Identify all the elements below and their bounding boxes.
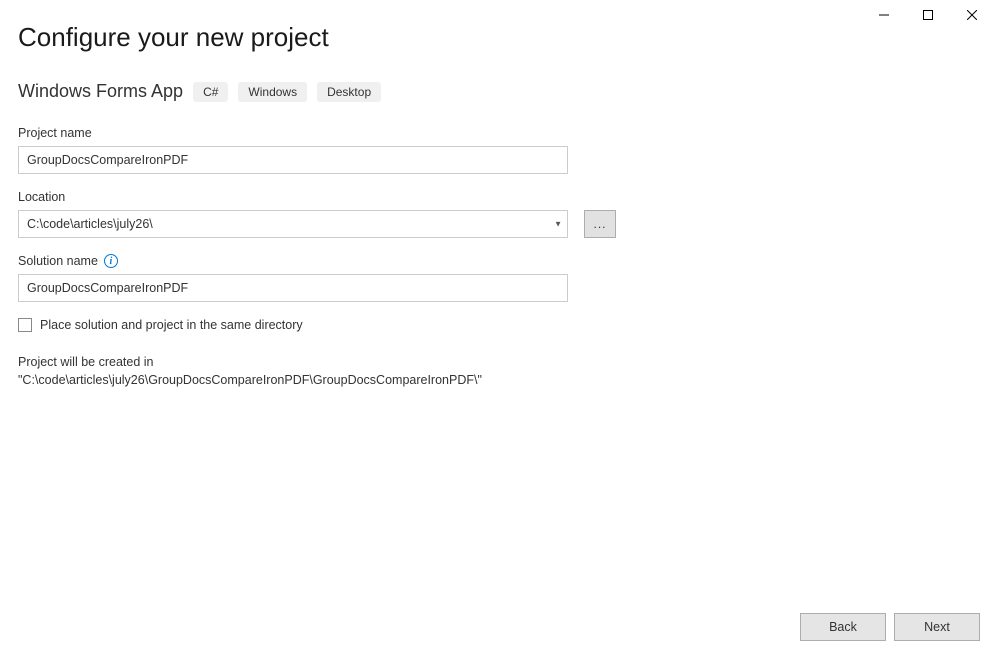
back-button[interactable]: Back [800, 613, 886, 641]
location-label: Location [18, 190, 994, 204]
close-button[interactable] [950, 0, 994, 30]
solution-name-label: Solution name i [18, 254, 994, 268]
solution-name-label-text: Solution name [18, 254, 98, 268]
main-content: Configure your new project Windows Forms… [0, 0, 994, 389]
template-name: Windows Forms App [18, 81, 183, 102]
solution-name-input[interactable] [18, 274, 568, 302]
location-input[interactable] [18, 210, 568, 238]
tag-windows: Windows [238, 82, 307, 102]
tag-desktop: Desktop [317, 82, 381, 102]
page-title: Configure your new project [18, 22, 994, 53]
template-row: Windows Forms App C# Windows Desktop [18, 81, 994, 102]
window-controls [862, 0, 994, 30]
same-directory-row: Place solution and project in the same d… [18, 318, 994, 332]
maximize-button[interactable] [906, 0, 950, 30]
browse-button[interactable]: ... [584, 210, 616, 238]
same-directory-label: Place solution and project in the same d… [40, 318, 303, 332]
footer-buttons: Back Next [800, 613, 980, 641]
next-button[interactable]: Next [894, 613, 980, 641]
info-icon[interactable]: i [104, 254, 118, 268]
location-group: Location ▼ ... [18, 190, 994, 238]
tag-csharp: C# [193, 82, 228, 102]
same-directory-checkbox[interactable] [18, 318, 32, 332]
project-name-group: Project name [18, 126, 994, 174]
project-name-label: Project name [18, 126, 994, 140]
project-name-input[interactable] [18, 146, 568, 174]
minimize-button[interactable] [862, 0, 906, 30]
creation-path-text: Project will be created in "C:\code\arti… [18, 354, 568, 389]
solution-name-group: Solution name i [18, 254, 994, 302]
